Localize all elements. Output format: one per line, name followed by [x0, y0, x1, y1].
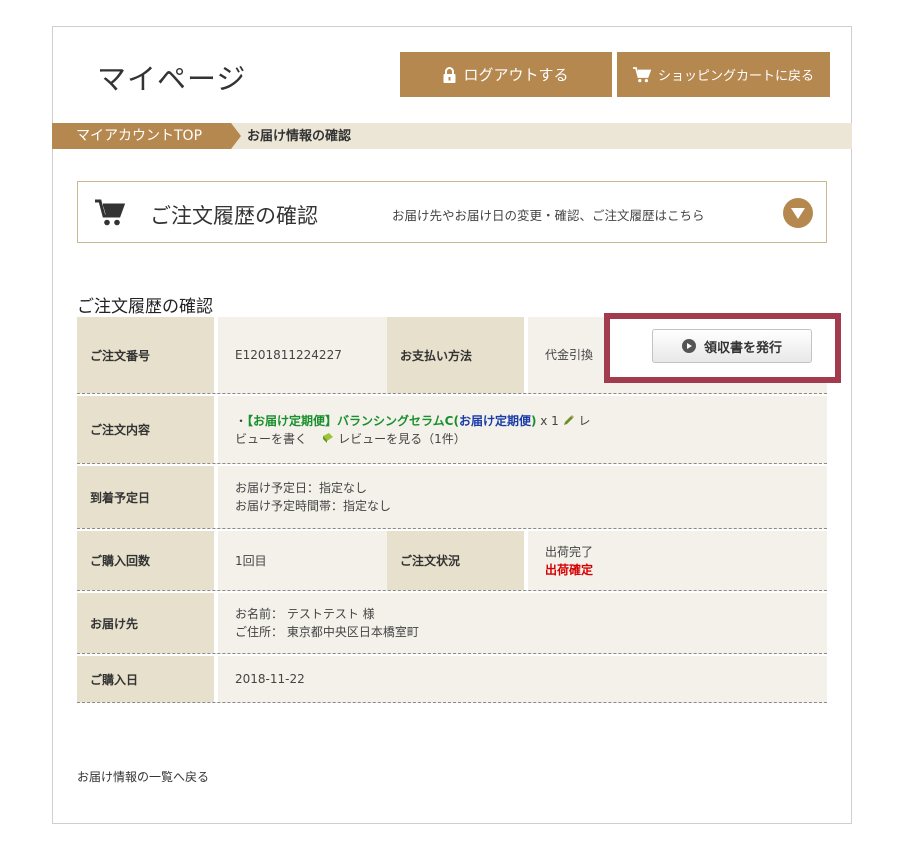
purchase-count-label: ご購入回数	[77, 531, 214, 590]
item-name-link[interactable]: 【お届け定期便】バランシングセラムC(	[247, 414, 459, 428]
purchase-count-value: 1回目	[235, 553, 267, 568]
table-row-order-contents: ご注文内容 ・【お届け定期便】バランシングセラムC(お届け定期便) x 1 レ …	[77, 396, 827, 464]
payment-method-label: お支払い方法	[387, 317, 524, 393]
issue-receipt-button[interactable]: 領収書を発行	[652, 329, 812, 363]
destination-label: お届け先	[77, 593, 214, 653]
back-to-delivery-list-link[interactable]: お届け情報の一覧へ戻る	[77, 768, 209, 785]
chevron-down-icon	[783, 198, 813, 228]
destination-value: お名前： テストテスト 様 ご住所： 東京都中央区日本橋室町	[235, 607, 419, 639]
back-to-cart-label: ショッピングカートに戻る	[657, 69, 814, 84]
order-contents-label: ご注文内容	[77, 396, 214, 463]
back-to-cart-button[interactable]: ショッピングカートに戻る	[617, 52, 830, 97]
status-badge: 出荷確定	[545, 562, 594, 577]
table-row-destination: お届け先 お名前： テストテスト 様 ご住所： 東京都中央区日本橋室町	[77, 593, 827, 654]
cart-icon	[632, 66, 651, 82]
breadcrumb-current: お届け情報の確認	[247, 129, 352, 144]
logout-button[interactable]: ログアウトする	[400, 52, 612, 97]
table-row-arrival: 到着予定日 お届け予定日：指定なし お届け予定時間帯：指定なし	[77, 466, 827, 529]
cart-icon	[95, 199, 125, 226]
section-title: ご注文履歴の確認	[77, 297, 213, 317]
review-page-icon	[323, 432, 334, 443]
write-review-link-part1[interactable]: レ	[578, 414, 590, 428]
view-reviews-link[interactable]: レビューを見る（1件）	[338, 432, 466, 446]
breadcrumb-mypage-top[interactable]: マイアカウントTOP	[52, 123, 231, 149]
order-status-value: 出荷完了 出荷確定	[545, 531, 635, 590]
table-row-purchase-date: ご購入日 2018-11-22	[77, 656, 827, 703]
order-status-label: ご注文状況	[387, 531, 524, 590]
write-review-link[interactable]: ビューを書く	[235, 432, 307, 446]
order-number-label: ご注文番号	[77, 317, 214, 393]
order-history-description: お届け先やお届け日の変更・確認、ご注文履歴はこちら	[392, 208, 705, 223]
arrival-label: 到着予定日	[77, 466, 214, 528]
lock-icon	[443, 66, 456, 83]
pencil-icon	[563, 414, 574, 425]
purchase-date-label: ご購入日	[77, 656, 214, 702]
order-contents-value: ・【お届け定期便】バランシングセラムC(お届け定期便) x 1 レ ビューを書く…	[235, 413, 591, 446]
breadcrumb-arrow	[231, 123, 241, 149]
purchase-date-value: 2018-11-22	[235, 672, 305, 686]
table-row-purchase-count: ご購入回数 1回目 ご注文状況 出荷完了 出荷確定	[77, 531, 827, 591]
order-number-value: E1201811224227	[235, 348, 342, 362]
logout-label: ログアウトする	[463, 66, 569, 84]
arrival-value: お届け予定日：指定なし お届け予定時間帯：指定なし	[235, 481, 392, 513]
play-circle-icon	[681, 339, 696, 353]
page-title: マイページ	[97, 62, 247, 96]
item-plan-link[interactable]: お届け定期便	[459, 414, 531, 428]
order-history-title: ご注文履歴の確認	[150, 204, 318, 228]
issue-receipt-label: 領収書を発行	[703, 340, 782, 356]
order-history-toggle[interactable]: ご注文履歴の確認 お届け先やお届け日の変更・確認、ご注文履歴はこちら	[77, 181, 827, 243]
